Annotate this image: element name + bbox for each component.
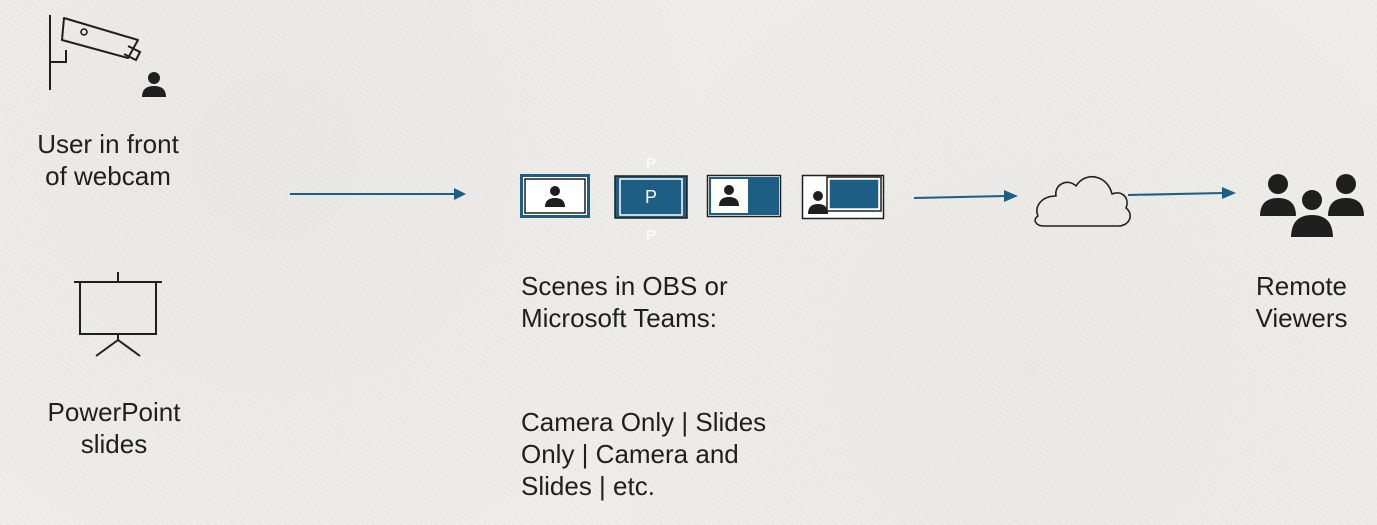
scene-camera-only-icon: [520, 174, 590, 218]
cloud-icon: [1034, 175, 1131, 227]
arrow-to-viewers: [1127, 187, 1236, 199]
group-icon: [1260, 174, 1364, 239]
scenes-list-line-2: Only | Camera and: [521, 439, 739, 469]
scene-slides-only-icon: P P P: [614, 155, 688, 244]
scene-picture-in-picture-icon: [801, 174, 885, 220]
slide-letter-ghost-bottom: P: [646, 227, 656, 244]
viewers-label-line-2: Viewers: [1255, 303, 1348, 333]
webcam-label-line-1: User in front: [37, 129, 179, 159]
scenes-list-line-3: Slides | etc.: [521, 471, 655, 501]
slides-label-line-2: slides: [80, 429, 148, 459]
scene-camera-and-slides-icon: [706, 174, 782, 218]
slide-letter-ghost-top: P: [646, 155, 656, 172]
projector-screen-icon: [74, 272, 162, 357]
arrow-to-scenes: [290, 188, 466, 200]
slide-letter: P: [645, 187, 657, 207]
scenes-list-line-1: Camera Only | Slides: [521, 407, 767, 437]
scenes-heading-line-1: Scenes in OBS or: [521, 271, 728, 301]
user-icon: [142, 72, 166, 97]
viewers-label-line-1: Remote: [1255, 271, 1348, 301]
slides-label-line-1: PowerPoint: [47, 397, 181, 427]
security-camera-icon: [49, 15, 166, 97]
webcam-label-line-2: of webcam: [45, 161, 171, 191]
arrow-to-cloud: [913, 190, 1018, 202]
scenes-heading-line-2: Microsoft Teams:: [521, 303, 718, 333]
